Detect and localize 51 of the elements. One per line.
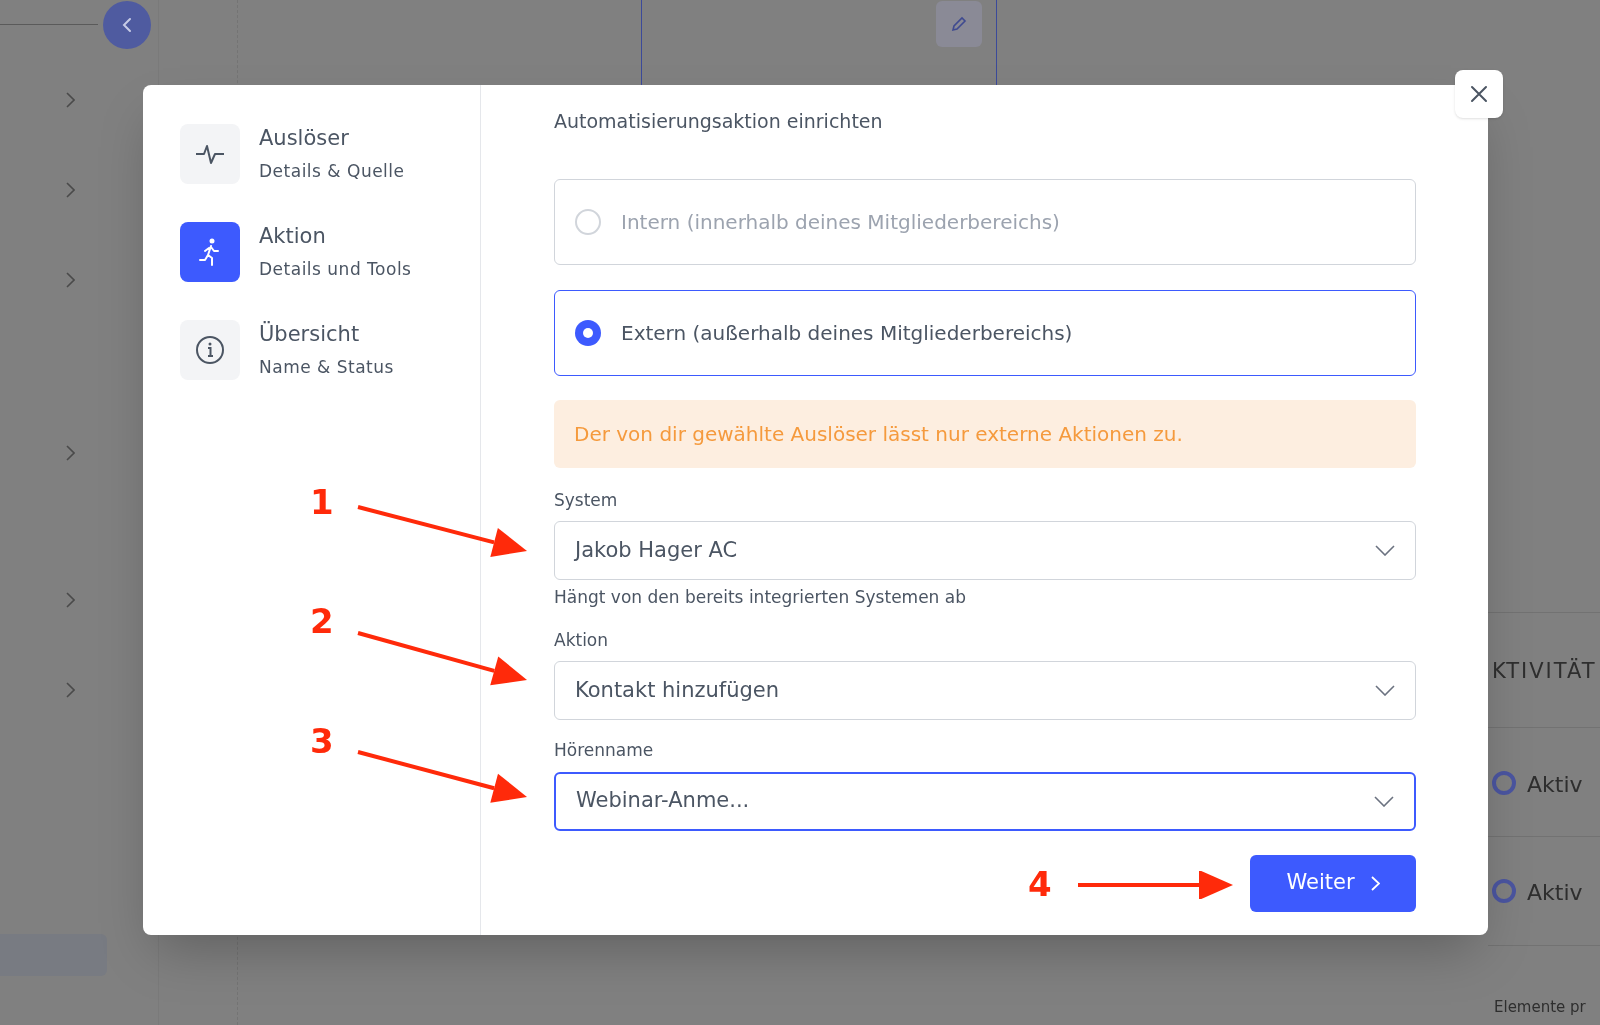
chevron-right-icon[interactable] — [66, 445, 75, 461]
field-label: Aktion — [554, 628, 610, 652]
select-field[interactable]: Kontakt hinzufügen — [554, 661, 1416, 720]
step-item[interactable]: Übersicht Name & Status — [180, 319, 480, 380]
chevron-right-icon — [1370, 875, 1380, 891]
step-subtitle: Name & Status — [259, 355, 394, 379]
step-item[interactable]: Auslöser Details & Quelle — [180, 123, 480, 184]
annotation-number: 4 — [1028, 867, 1052, 901]
annotation-number: 1 — [310, 485, 334, 519]
radio-button — [575, 319, 601, 346]
next-button[interactable]: Weiter — [1250, 854, 1416, 912]
dialog-subtitle: Automatisierungsaktion einrichten — [554, 109, 884, 134]
annotation-number: 2 — [310, 604, 334, 638]
field-hint: Hängt von den bereits integrierten Systemen ab — [554, 586, 967, 609]
chevron-left-icon — [122, 17, 132, 33]
chevron-right-icon[interactable] — [66, 272, 75, 288]
step-subtitle: Details & Quelle — [259, 159, 405, 183]
select-field[interactable]: Jakob Hager AC — [554, 521, 1416, 580]
radio-button — [575, 208, 601, 235]
chevron-right-icon[interactable] — [66, 182, 75, 198]
annotation-number: 3 — [310, 724, 334, 758]
info-icon — [194, 333, 226, 366]
edit-button[interactable] — [936, 1, 982, 47]
status-text: Aktiv — [1527, 771, 1583, 799]
field-label: Hörenname — [554, 739, 655, 762]
chevron-right-icon[interactable] — [66, 682, 75, 698]
radio-option[interactable]: Extern (außerhalb deines Mitgliederbereichs) — [554, 289, 1416, 376]
step-title: Aktion — [259, 223, 327, 250]
select-field[interactable]: Webinar-Anme... — [554, 771, 1416, 831]
pagination-label: Elemente pr — [1494, 997, 1586, 1018]
back-button[interactable] — [103, 1, 151, 49]
pencil-icon — [949, 14, 969, 34]
option-label: Intern (innerhalb deines Mitgliederbereichs) — [621, 208, 1060, 236]
chevron-right-icon[interactable] — [66, 92, 75, 108]
step-title: Auslöser — [259, 125, 350, 152]
option-label: Extern (außerhalb deines Mitgliederbereichs) — [621, 319, 1073, 347]
column-header: KTIVITÄT — [1492, 657, 1597, 685]
chevron-right-icon[interactable] — [66, 592, 75, 608]
status-text: Aktiv — [1527, 879, 1583, 907]
warning-message: Der von dir gewählte Auslöser lässt nur externe Aktionen zu. — [554, 399, 1416, 468]
close-button[interactable] — [1455, 70, 1503, 118]
field-label: System — [554, 488, 619, 512]
chevron-down-icon — [1375, 685, 1395, 696]
step-subtitle: Details und Tools — [259, 257, 412, 281]
chevron-down-icon — [1375, 545, 1395, 556]
status-radio[interactable] — [1492, 771, 1516, 795]
close-icon — [1469, 84, 1489, 104]
status-radio[interactable] — [1492, 879, 1516, 903]
chevron-down-icon — [1374, 795, 1394, 807]
step-item[interactable]: Aktion Details und Tools — [180, 221, 480, 282]
step-title: Übersicht — [259, 320, 361, 348]
